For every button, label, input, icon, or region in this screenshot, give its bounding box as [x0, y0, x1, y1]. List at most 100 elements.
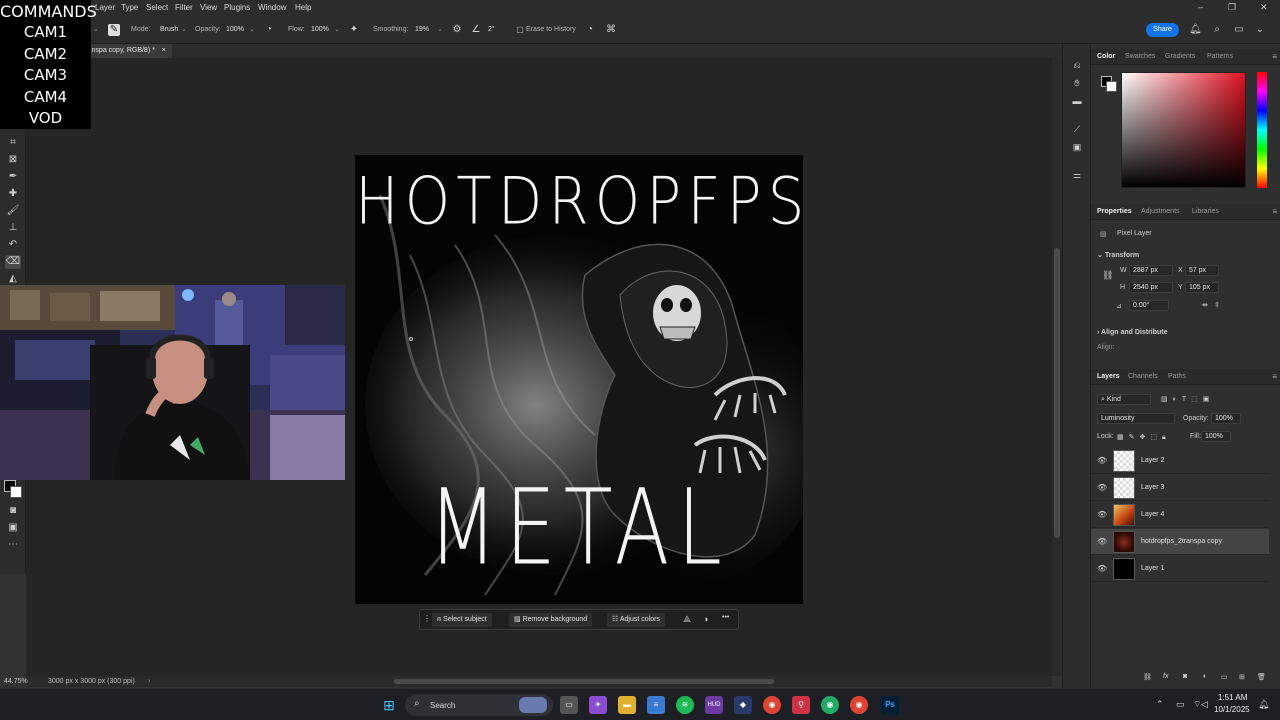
chevron-up-icon[interactable]: ⌃: [1156, 699, 1164, 710]
screen-mode-icon[interactable]: ▣: [5, 521, 21, 535]
close-icon[interactable]: ✕: [1260, 2, 1268, 13]
crop-tool-icon[interactable]: ⌗: [5, 136, 21, 150]
hand-icon[interactable]: ✋︎: [1070, 76, 1084, 90]
search-icon[interactable]: ⌕: [1211, 24, 1223, 36]
brush-preset-icon[interactable]: ✎: [108, 24, 120, 36]
tab-layers[interactable]: Layers: [1097, 373, 1120, 380]
notepad-icon[interactable]: ≡: [647, 696, 665, 714]
tab-channels[interactable]: Channels: [1128, 373, 1158, 380]
history-brush-tool-icon[interactable]: ↶: [5, 238, 21, 252]
healing-brush-tool-icon[interactable]: ✚: [5, 187, 21, 201]
visibility-eye-icon[interactable]: 👁︎: [1097, 564, 1107, 573]
more-options-icon[interactable]: •••: [722, 614, 729, 621]
flow-input[interactable]: 100%: [311, 26, 329, 33]
eraser-tool-icon[interactable]: ⌫: [5, 255, 21, 269]
tab-properties[interactable]: Properties: [1097, 208, 1132, 215]
drag-handle-icon[interactable]: ⋮: [423, 614, 431, 623]
display-icon[interactable]: ▭: [1176, 699, 1185, 710]
menu-view[interactable]: View: [200, 3, 217, 12]
color-picker-field[interactable]: [1121, 72, 1246, 188]
paint-bucket-tool-icon[interactable]: ◭: [5, 272, 21, 286]
adjust-colors-button[interactable]: ☷ Adjust colors: [607, 613, 665, 627]
clock-date[interactable]: 10/1/2025: [1214, 705, 1250, 714]
adjustment-layer-icon[interactable]: ◐: [1203, 673, 1207, 680]
visibility-eye-icon[interactable]: 👁︎: [1097, 537, 1107, 546]
align-heading[interactable]: › Align and Distribute: [1097, 329, 1168, 336]
transform-icon[interactable]: ⟁: [683, 614, 691, 625]
frame-tool-icon[interactable]: ⊠: [5, 153, 21, 167]
tab-paths[interactable]: Paths: [1168, 373, 1186, 380]
trash-icon[interactable]: 🗑︎: [1257, 673, 1266, 681]
y-input[interactable]: 105 px: [1185, 282, 1219, 293]
tab-gradients[interactable]: Gradients: [1165, 53, 1195, 60]
tab-color[interactable]: Color: [1097, 53, 1115, 60]
opacity-input[interactable]: 100%: [226, 26, 244, 33]
x-input[interactable]: 57 px: [1185, 265, 1219, 276]
edit-toolbar-icon[interactable]: ⋯: [5, 538, 21, 552]
layer-row[interactable]: 👁︎ Layer 4: [1091, 502, 1269, 528]
angle-input[interactable]: 0.00°: [1129, 300, 1169, 311]
chevron-down-icon[interactable]: ⌄: [249, 25, 255, 33]
fx-icon[interactable]: fx: [1163, 673, 1168, 680]
menu-select[interactable]: Select: [146, 3, 168, 12]
contrast-icon[interactable]: ◑: [703, 614, 708, 624]
app-diamond-icon[interactable]: ◆: [734, 696, 752, 714]
smoothing-input[interactable]: 19%: [415, 26, 429, 33]
panel-menu-icon[interactable]: ≡: [1272, 52, 1277, 61]
chevron-down-icon[interactable]: ⌄: [181, 25, 187, 33]
erase-to-history-label[interactable]: Erase to History: [526, 26, 576, 33]
flip-horizontal-icon[interactable]: ⇹: [1202, 301, 1208, 309]
history-icon[interactable]: ⎌: [1070, 58, 1084, 72]
bell-icon[interactable]: 🔔︎: [1189, 24, 1202, 36]
select-subject-button[interactable]: ⍝ Select subject: [432, 613, 492, 627]
spotify-icon[interactable]: ≋: [676, 696, 694, 714]
comment-icon[interactable]: ▬: [1070, 94, 1084, 108]
eyedropper-tool-icon[interactable]: ✒: [5, 170, 21, 184]
angle-input[interactable]: 2°: [488, 26, 495, 33]
checkbox-icon[interactable]: ▢: [514, 24, 526, 36]
chevron-down-icon[interactable]: ⌄: [437, 25, 443, 33]
layer-filter-select[interactable]: ⌕ Kind: [1097, 394, 1151, 405]
layer-name[interactable]: Layer 3: [1141, 484, 1164, 491]
layer-name[interactable]: Layer 2: [1141, 457, 1164, 464]
layer-opacity-input[interactable]: 100%: [1211, 413, 1241, 424]
width-input[interactable]: 2887 px: [1129, 265, 1173, 276]
transform-heading[interactable]: ⌄ Transform: [1097, 251, 1139, 259]
background-color-swatch[interactable]: [10, 486, 22, 498]
quick-mask-icon[interactable]: ◙: [5, 504, 21, 518]
menu-help[interactable]: Help: [295, 3, 311, 12]
panel-menu-icon[interactable]: ≡: [1272, 372, 1277, 381]
visibility-eye-icon[interactable]: 👁︎: [1097, 510, 1107, 519]
layer-filter-icons[interactable]: ▨◐T⬚▣: [1161, 395, 1214, 403]
blend-mode-select[interactable]: Luminosity: [1097, 413, 1175, 424]
clone-source-icon[interactable]: ▣: [1070, 140, 1084, 154]
chrome-profile-2-icon[interactable]: ◉: [850, 696, 868, 714]
symmetry-icon[interactable]: ⌘: [605, 24, 617, 36]
panel-menu-icon[interactable]: ≡: [1272, 207, 1277, 216]
adjustments-icon[interactable]: ⚌: [1070, 168, 1084, 182]
tab-adjustments[interactable]: Adjustments: [1141, 208, 1180, 215]
layer-row[interactable]: 👁︎ Layer 2: [1091, 448, 1269, 474]
map-pin-icon[interactable]: ⚲: [792, 696, 810, 714]
fill-input[interactable]: 100%: [1201, 431, 1231, 442]
link-layers-icon[interactable]: ⛓︎: [1143, 673, 1152, 681]
visibility-eye-icon[interactable]: 👁︎: [1097, 483, 1107, 492]
chevron-down-icon[interactable]: ⌄: [1254, 24, 1266, 36]
tab-libraries[interactable]: Libraries: [1192, 208, 1219, 215]
restore-icon[interactable]: ❐: [1228, 2, 1236, 13]
height-input[interactable]: 2540 px: [1129, 282, 1173, 293]
flip-vertical-icon[interactable]: ⇳: [1214, 301, 1220, 309]
remove-background-button[interactable]: ▨ Remove background: [509, 613, 593, 627]
chevron-right-icon[interactable]: ›: [148, 678, 150, 685]
group-icon[interactable]: ▭: [1221, 673, 1228, 681]
zoom-level[interactable]: 44.75%: [4, 678, 28, 685]
vertical-scroll-thumb[interactable]: [1054, 248, 1060, 538]
file-explorer-icon[interactable]: ▬: [618, 696, 636, 714]
menu-window[interactable]: Window: [258, 3, 286, 12]
lock-icons[interactable]: ▦✎✥⬚🔒︎: [1117, 433, 1171, 442]
tab-close-icon[interactable]: ×: [162, 47, 166, 54]
hue-slider[interactable]: [1257, 72, 1267, 188]
tab-patterns[interactable]: Patterns: [1207, 53, 1233, 60]
artwork-canvas[interactable]: HOTDROPFPS METAL VOL II: [355, 155, 803, 604]
clock-time[interactable]: 1:51 AM: [1218, 693, 1247, 702]
